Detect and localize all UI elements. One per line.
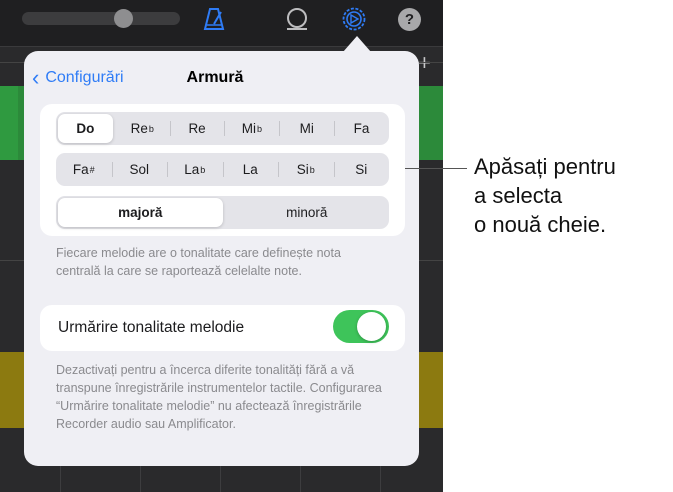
volume-slider-knob[interactable] [114, 9, 133, 28]
metronome-icon[interactable] [201, 6, 227, 32]
loop-icon[interactable] [284, 6, 310, 32]
key-picker-row-2: Fa # Sol La b La Si b Si [56, 153, 389, 186]
key-option[interactable]: Si b [278, 153, 334, 186]
key-option[interactable]: Sol [111, 153, 168, 186]
back-button[interactable]: ‹ Configurări [32, 66, 124, 90]
key-root-label: Si [355, 162, 368, 177]
key-root-label: Fa [72, 162, 89, 177]
key-root-label: Do [76, 121, 95, 136]
key-option[interactable]: Fa # [56, 153, 112, 186]
follow-key-label: Urmărire tonalitate melodie [58, 319, 245, 336]
help-icon[interactable]: ? [398, 8, 421, 31]
key-option[interactable]: Fa [334, 112, 389, 145]
key-option[interactable]: Mi b [224, 112, 279, 145]
key-root-label: Re [130, 121, 148, 136]
settings-icon[interactable] [341, 6, 367, 32]
callout-text: Apăsați pentru a selecta o nouă cheie. [474, 152, 616, 239]
callout-line-2: a selecta [474, 183, 563, 208]
control-bar: ? [0, 0, 443, 47]
callout-leader-line [405, 168, 467, 169]
mode-option[interactable]: minoră [225, 196, 390, 229]
key-option[interactable]: Mi [279, 112, 334, 145]
chevron-left-icon: ‹ [32, 65, 40, 90]
key-root-label: La [242, 162, 258, 177]
key-accidental-label: b [148, 123, 154, 134]
key-root-label: La [184, 162, 200, 177]
key-root-label: Mi [241, 121, 257, 136]
scale-mode-selector: majoră minoră [56, 196, 389, 229]
key-root-label: Mi [299, 121, 314, 136]
popover-arrow [343, 36, 371, 52]
key-picker-row-1: Do Re b Re Mi b Mi Fa [56, 112, 389, 145]
master-volume-slider[interactable] [22, 12, 180, 25]
key-accidental-label: b [309, 164, 315, 175]
mode-option[interactable]: majoră [58, 198, 223, 227]
callout-line-1: Apăsați pentru [474, 154, 616, 179]
key-accidental-label: b [200, 164, 206, 175]
callout-line-3: o nouă cheie. [474, 212, 607, 237]
toggle-knob[interactable] [357, 312, 386, 341]
key-option[interactable]: Si [333, 153, 390, 186]
key-accidental-label: b [257, 123, 263, 134]
follow-key-description: Dezactivați pentru a încerca diferite to… [56, 363, 382, 431]
key-accidental-label: # [89, 164, 95, 175]
back-button-label: Configurări [45, 69, 124, 86]
add-track-icon[interactable]: + [418, 52, 431, 74]
key-root-label: Si [296, 162, 309, 177]
key-option[interactable]: Do [58, 114, 113, 143]
key-root-label: Re [188, 121, 206, 136]
key-root-label: Fa [353, 121, 370, 136]
key-root-label: Sol [129, 162, 149, 177]
key-option[interactable]: Re b [115, 112, 170, 145]
popover-title: Armură [186, 69, 244, 86]
key-option[interactable]: La [222, 153, 279, 186]
key-description: Fiecare melodie are o tonalitate care de… [56, 246, 341, 278]
green-region-handle [0, 86, 18, 160]
key-option[interactable]: La b [167, 153, 223, 186]
key-option[interactable]: Re [169, 112, 225, 145]
